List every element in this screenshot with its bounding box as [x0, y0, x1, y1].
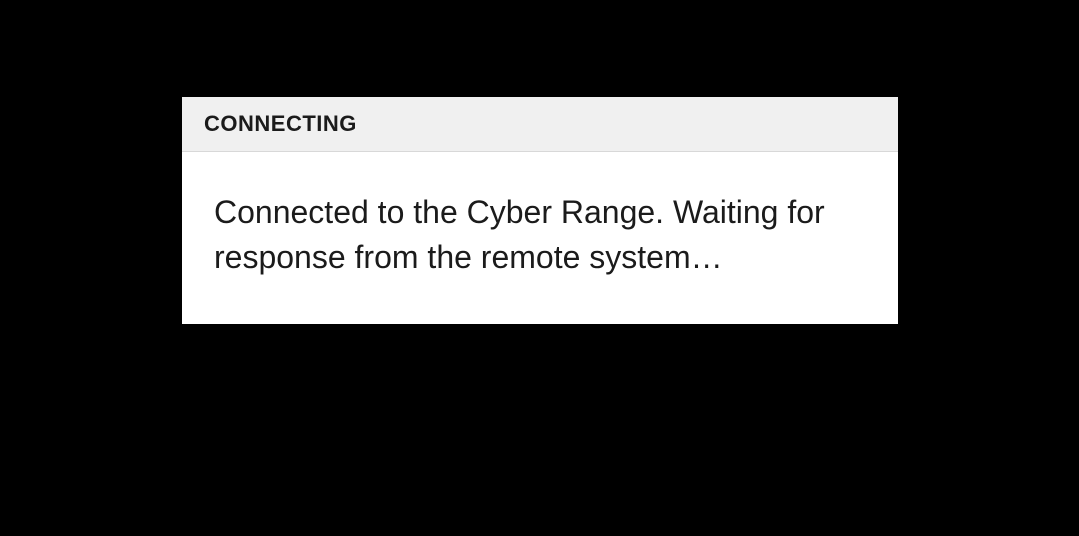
connecting-dialog: CONNECTING Connected to the Cyber Range.… — [182, 97, 898, 324]
dialog-message: Connected to the Cyber Range. Waiting fo… — [214, 190, 866, 280]
dialog-body: Connected to the Cyber Range. Waiting fo… — [182, 152, 898, 324]
dialog-header: CONNECTING — [182, 97, 898, 152]
dialog-title: CONNECTING — [204, 111, 876, 137]
